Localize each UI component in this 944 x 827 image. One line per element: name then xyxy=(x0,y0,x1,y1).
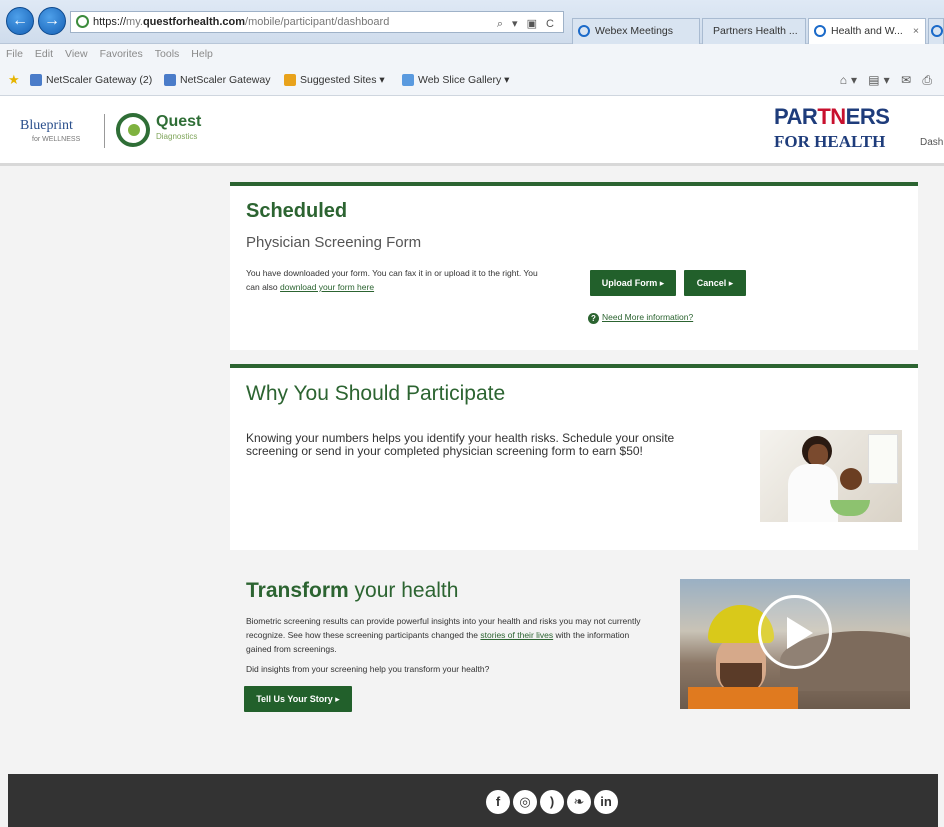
site-icon xyxy=(76,15,89,28)
menu-view[interactable]: View xyxy=(65,48,88,60)
mother-child-photo xyxy=(760,430,902,522)
rss-icon[interactable]: ) xyxy=(540,790,564,814)
need-more-info-label: Need More information? xyxy=(602,312,694,322)
linkedin-icon[interactable]: in xyxy=(594,790,618,814)
fav-web-slice-gallery[interactable]: Web Slice Gallery ▾ xyxy=(402,64,509,96)
menu-bar: File Edit View Favorites Tools Help xyxy=(0,44,944,64)
need-more-info-link[interactable]: ? Need More information? xyxy=(588,312,693,324)
photo-shirt xyxy=(788,464,838,522)
video-vest xyxy=(688,687,798,709)
menu-help[interactable]: Help xyxy=(191,48,213,60)
command-bar-icons[interactable]: ⌂▾ ▤▾ ✉ ⎙ xyxy=(840,64,936,96)
url-protocol: https:// xyxy=(93,16,127,28)
url-host: questforhealth.com xyxy=(142,16,246,28)
ie-icon xyxy=(814,25,826,37)
video-thumbnail[interactable] xyxy=(680,579,910,709)
quest-logo: Quest xyxy=(156,113,202,130)
menu-tools[interactable]: Tools xyxy=(155,48,180,60)
menu-edit[interactable]: Edit xyxy=(35,48,53,60)
photo-window xyxy=(868,434,898,484)
partners-logo-part: ERS xyxy=(845,104,890,129)
logo-divider xyxy=(104,114,105,148)
netscaler-icon xyxy=(30,74,42,86)
partners-logo-part: PAR xyxy=(774,104,818,129)
url-subdomain: my. xyxy=(126,16,143,28)
suggested-sites-icon xyxy=(284,74,296,86)
scheduled-card: Scheduled Physician Screening Form You h… xyxy=(230,182,918,350)
fav-netscaler-2[interactable]: NetScaler Gateway xyxy=(164,64,270,96)
fav-label: Suggested Sites ▾ xyxy=(300,74,385,86)
web-slice-icon xyxy=(402,74,414,86)
instagram-icon[interactable]: ◎ xyxy=(513,790,537,814)
quest-logo-sub: Diagnostics xyxy=(156,132,198,141)
upload-form-button[interactable]: Upload Form ▸ xyxy=(590,270,676,296)
tab-label: Webex Meetings xyxy=(595,25,674,37)
transform-title-rest: your health xyxy=(348,579,459,602)
forward-button[interactable]: → xyxy=(38,7,66,35)
favorites-star-icon[interactable]: ★ xyxy=(8,73,20,87)
back-button[interactable]: ← xyxy=(6,7,34,35)
webex-icon xyxy=(931,25,943,37)
download-form-link[interactable]: download your form here xyxy=(280,282,374,292)
why-text: Knowing your numbers helps you identify … xyxy=(246,431,675,458)
url-path: /mobile/participant/dashboard xyxy=(245,16,390,28)
dashboard-link[interactable]: Dash xyxy=(920,137,943,148)
transform-text: Biometric screening results can provide … xyxy=(246,614,656,656)
for-health-logo: FOR HEALTH xyxy=(774,132,886,151)
blueprint-logo: Blueprint xyxy=(20,118,73,133)
fav-netscaler-1[interactable]: NetScaler Gateway (2) xyxy=(30,64,152,96)
facebook-icon[interactable]: f xyxy=(486,790,510,814)
favorites-bar: ★ NetScaler Gateway (2) NetScaler Gatewa… xyxy=(0,64,944,96)
fav-label: NetScaler Gateway xyxy=(180,74,271,86)
blueprint-logo-sub: for WELLNESS xyxy=(32,136,81,143)
scheduled-title: Scheduled xyxy=(246,200,348,222)
webex-icon xyxy=(578,25,590,37)
scheduled-subtitle: Physician Screening Form xyxy=(246,234,422,251)
photo-child xyxy=(840,468,862,490)
scheduled-text: You have downloaded your form. You can f… xyxy=(246,266,546,294)
play-icon[interactable] xyxy=(758,595,832,669)
close-icon[interactable]: × xyxy=(913,19,919,43)
arrow-right-icon: → xyxy=(44,12,60,29)
footer: f ◎ ) ❧ in xyxy=(8,774,938,827)
photo-face xyxy=(808,444,828,466)
menu-file[interactable]: File xyxy=(6,48,23,60)
twitter-icon[interactable]: ❧ xyxy=(567,790,591,814)
address-tools-icon[interactable]: ⌕ ▾ ▣ C xyxy=(497,14,557,32)
partners-logo: PARTNERS xyxy=(774,104,890,130)
fav-label: Web Slice Gallery ▾ xyxy=(418,74,510,86)
fav-suggested-sites[interactable]: Suggested Sites ▾ xyxy=(284,64,385,96)
netscaler-icon xyxy=(164,74,176,86)
tab-webex[interactable]: Webex Meetings xyxy=(572,18,700,44)
why-participate-card: Why You Should Participate Knowing your … xyxy=(230,364,918,550)
address-bar[interactable]: https://my.questforhealth.com/mobile/par… xyxy=(70,11,564,33)
tell-your-story-button[interactable]: Tell Us Your Story ▸ xyxy=(244,686,352,712)
menu-favorites[interactable]: Favorites xyxy=(100,48,143,60)
tab-label: Partners Health ... xyxy=(713,25,798,37)
transform-question: Did insights from your screening help yo… xyxy=(246,664,490,674)
quest-logo-icon xyxy=(116,113,150,147)
cancel-button[interactable]: Cancel ▸ xyxy=(684,270,746,296)
transform-title: Transform your health xyxy=(246,579,458,603)
stories-link[interactable]: stories of their lives xyxy=(480,630,553,640)
fav-label: NetScaler Gateway (2) xyxy=(46,74,153,86)
tab-new[interactable] xyxy=(928,18,944,44)
tab-partners-health[interactable]: Partners Health ... xyxy=(702,18,806,44)
why-title: Why You Should Participate xyxy=(246,382,506,405)
question-icon: ? xyxy=(588,313,599,324)
partners-logo-tn: TN xyxy=(817,104,846,129)
arrow-left-icon: ← xyxy=(12,12,28,29)
tab-health-and-wellness[interactable]: Health and W... × xyxy=(808,18,926,44)
browser-toolbar: ← → https://my.questforhealth.com/mobile… xyxy=(0,0,944,44)
tab-label: Health and W... xyxy=(831,25,903,37)
transform-title-bold: Transform xyxy=(246,579,349,602)
